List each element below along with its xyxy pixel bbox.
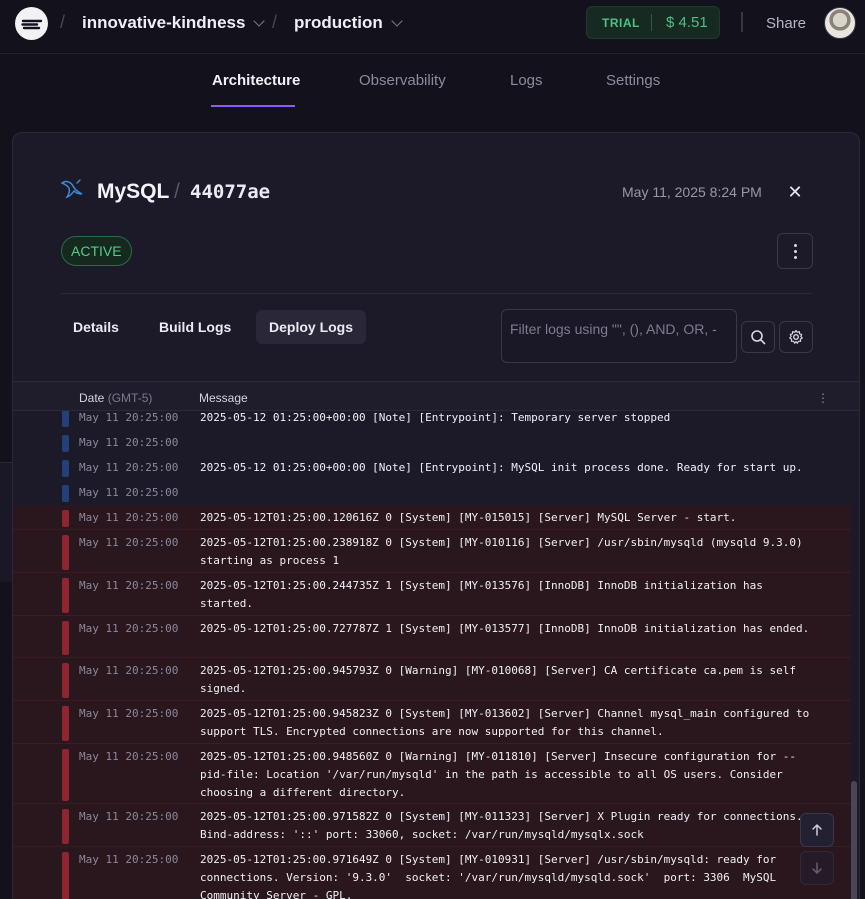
log-level-indicator — [62, 460, 69, 477]
tab-logs[interactable]: Logs — [510, 72, 543, 89]
active-tab-indicator — [211, 105, 295, 107]
service-separator: / — [174, 180, 180, 203]
deployment-id: 44077ae — [190, 181, 271, 203]
log-row[interactable]: May 11 20:25:00 — [13, 430, 851, 455]
service-panel: MySQL / 44077ae May 11, 2025 8:24 PM ✕ A… — [12, 132, 860, 899]
log-filter-input[interactable]: Filter logs using "", (), AND, OR, - — [501, 309, 737, 363]
canvas-background-card — [0, 462, 12, 582]
log-timestamp: May 11 20:25:00 — [79, 536, 179, 549]
log-timestamp: May 11 20:25:00 — [79, 810, 179, 823]
log-row[interactable]: May 11 20:25:00 2025-05-12T01:25:00.94579… — [13, 658, 851, 701]
trial-label: TRIAL — [602, 15, 640, 30]
subtab-deploy-logs[interactable]: Deploy Logs — [256, 310, 367, 344]
log-row[interactable]: May 11 20:25:00 2025-05-12T01:25:00.24473… — [13, 573, 851, 616]
log-message: 2025-05-12T01:25:00.238918Z 0 [System] [… — [200, 536, 810, 567]
deployment-date: May 11, 2025 8:24 PM — [622, 184, 762, 200]
subtab-build-logs[interactable]: Build Logs — [146, 310, 244, 344]
log-row[interactable]: May 11 20:25:00 2025-05-12T01:25:00.97164… — [13, 847, 851, 899]
log-row[interactable]: May 11 20:25:00 2025-05-12 01:25:00+00:00… — [13, 455, 851, 480]
log-message: 2025-05-12T01:25:00.120616Z 0 [System] [… — [200, 511, 737, 524]
log-timestamp: May 11 20:25:00 — [79, 579, 179, 592]
log-row[interactable]: May 11 20:25:00 — [13, 480, 851, 505]
environment-selector[interactable]: production — [294, 13, 403, 33]
avatar[interactable] — [824, 7, 856, 39]
date-column-header[interactable]: Date (GMT-5) — [79, 391, 152, 405]
log-row[interactable]: May 11 20:25:00 2025-05-12T01:25:00.23891… — [13, 530, 851, 573]
log-row[interactable]: May 11 20:25:00 2025-05-12T01:25:00.12061… — [13, 505, 851, 530]
log-level-indicator — [62, 749, 69, 801]
log-level-indicator — [62, 578, 69, 613]
subtab-details[interactable]: Details — [60, 310, 132, 344]
log-message: 2025-05-12T01:25:00.727787Z 1 [System] [… — [200, 622, 810, 635]
log-row[interactable]: May 11 20:25:00 2025-05-12T01:25:00.94582… — [13, 701, 851, 744]
log-message: 2025-05-12 01:25:00+00:00 [Note] [Entryp… — [200, 411, 671, 424]
search-icon[interactable] — [741, 321, 775, 353]
log-level-indicator — [62, 663, 69, 698]
log-scrollbar[interactable] — [851, 781, 857, 899]
breadcrumb-separator: / — [272, 12, 278, 32]
log-level-indicator — [62, 809, 69, 844]
tab-settings[interactable]: Settings — [606, 72, 660, 89]
log-level-indicator — [62, 852, 69, 899]
log-message: 2025-05-12 01:25:00+00:00 [Note] [Entryp… — [200, 461, 803, 474]
message-column-header: Message — [199, 391, 248, 405]
log-row[interactable]: May 11 20:25:00 2025-05-12 01:25:00+00:00… — [13, 411, 851, 430]
more-vertical-icon[interactable] — [777, 233, 813, 269]
log-message: 2025-05-12T01:25:00.971582Z 0 [System] [… — [200, 810, 803, 841]
close-icon[interactable]: ✕ — [786, 183, 804, 201]
log-level-indicator — [62, 485, 69, 502]
column-options-icon[interactable]: ⋮ — [817, 391, 829, 405]
log-level-indicator — [62, 435, 69, 452]
tab-architecture[interactable]: Architecture — [212, 72, 300, 89]
log-row[interactable]: May 11 20:25:00 2025-05-12T01:25:00.72778… — [13, 616, 851, 658]
log-level-indicator — [62, 621, 69, 655]
log-row[interactable]: May 11 20:25:00 2025-05-12T01:25:00.97158… — [13, 804, 851, 847]
log-level-indicator — [62, 411, 69, 427]
log-timestamp: May 11 20:25:00 — [79, 750, 179, 763]
log-table-header: Date (GMT-5) Message ⋮ — [13, 381, 859, 411]
trial-badge[interactable]: TRIAL $ 4.51 — [586, 6, 720, 39]
log-timestamp: May 11 20:25:00 — [79, 707, 179, 720]
mysql-dolphin-icon — [59, 177, 85, 206]
share-button[interactable]: Share — [766, 15, 806, 32]
chevron-down-icon — [391, 14, 403, 27]
log-timestamp: May 11 20:25:00 — [79, 461, 179, 474]
log-timestamp: May 11 20:25:00 — [79, 664, 179, 677]
log-level-indicator — [62, 510, 69, 527]
log-timestamp: May 11 20:25:00 — [79, 436, 179, 449]
top-bar: / innovative-kindness / production TRIAL… — [0, 0, 865, 54]
log-level-indicator — [62, 535, 69, 570]
log-message: 2025-05-12T01:25:00.945793Z 0 [Warning] … — [200, 664, 803, 695]
breadcrumb-separator: / — [60, 12, 66, 32]
log-timestamp: May 11 20:25:00 — [79, 511, 179, 524]
railway-logo-icon[interactable] — [15, 7, 48, 40]
project-selector[interactable]: innovative-kindness — [82, 13, 266, 33]
project-name: innovative-kindness — [82, 13, 246, 32]
log-row[interactable]: May 11 20:25:00 2025-05-12T01:25:00.94856… — [13, 744, 851, 804]
log-list[interactable]: May 11 20:25:00 2025-05-12 01:25:00+00:00… — [13, 411, 859, 899]
log-timestamp: May 11 20:25:00 — [79, 853, 179, 866]
environment-name: production — [294, 13, 383, 32]
trial-balance: $ 4.51 — [666, 14, 708, 31]
gear-icon[interactable] — [779, 321, 813, 353]
tab-observability[interactable]: Observability — [359, 72, 446, 89]
log-level-indicator — [62, 706, 69, 741]
status-badge: ACTIVE — [61, 236, 132, 266]
chevron-down-icon — [253, 14, 266, 27]
arrow-up-icon[interactable] — [800, 813, 834, 847]
log-timestamp: May 11 20:25:00 — [79, 622, 179, 635]
log-timestamp: May 11 20:25:00 — [79, 486, 179, 499]
log-message: 2025-05-12T01:25:00.948560Z 0 [Warning] … — [200, 750, 797, 799]
timezone-label: (GMT-5) — [107, 391, 153, 405]
service-name: MySQL — [97, 180, 170, 203]
log-message: 2025-05-12T01:25:00.971649Z 0 [System] [… — [200, 853, 783, 899]
topbar-divider — [741, 12, 743, 32]
arrow-down-icon[interactable] — [800, 851, 834, 885]
log-message: 2025-05-12T01:25:00.945823Z 0 [System] [… — [200, 707, 816, 738]
log-message: 2025-05-12T01:25:00.244735Z 1 [System] [… — [200, 579, 770, 610]
divider — [61, 293, 813, 294]
log-timestamp: May 11 20:25:00 — [79, 411, 179, 424]
